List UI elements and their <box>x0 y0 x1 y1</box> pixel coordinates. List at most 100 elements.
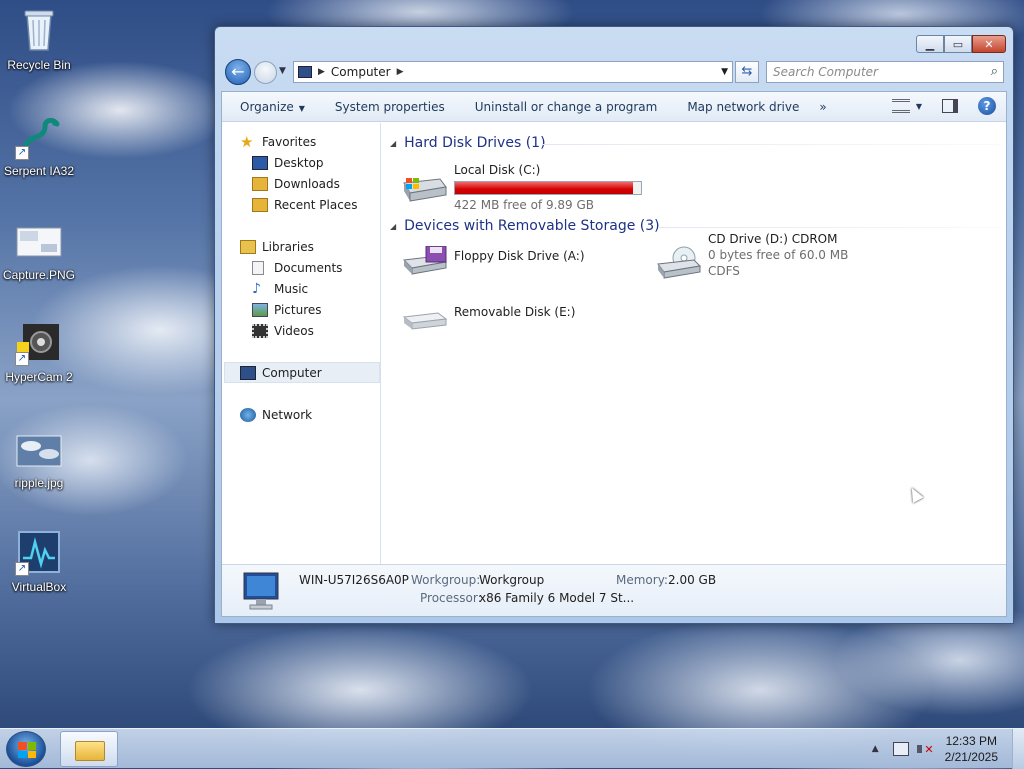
nav-item-libraries[interactable]: Libraries <box>240 240 314 254</box>
volume-muted-icon[interactable]: ✕ <box>916 742 934 756</box>
organize-label: Organize <box>240 99 294 114</box>
nav-item-pictures[interactable]: Pictures <box>252 303 322 317</box>
preview-pane-icon[interactable] <box>942 99 958 113</box>
uninstall-program-button[interactable]: Uninstall or change a program <box>475 100 658 114</box>
desktop-icon-ripple-jpg[interactable]: ripple.jpg <box>2 424 76 490</box>
group-divider <box>658 227 1002 228</box>
nav-item-network[interactable]: Network <box>240 408 312 422</box>
desktop-icon-hypercam[interactable]: ↗ HyperCam 2 <box>2 318 76 384</box>
organize-button[interactable]: Organize ▼ <box>240 100 305 114</box>
computer-small-icon <box>298 66 312 78</box>
refresh-button[interactable]: ⇆ <box>735 61 759 83</box>
virtualbox-icon: ↗ <box>15 528 63 576</box>
disk-usage-bar <box>454 181 642 195</box>
start-button[interactable] <box>6 731 46 767</box>
disk-usage-fill <box>455 182 634 194</box>
maximize-button[interactable]: ▭ <box>944 35 972 53</box>
taskbar: ▲ ✕ 12:33 PM 2/21/2025 <box>0 728 1024 769</box>
desktop-icon-label: Recycle Bin <box>7 58 71 72</box>
group-header-removable[interactable]: ◢ Devices with Removable Storage (3) <box>390 218 660 234</box>
drive-free-space: 0 bytes free of 60.0 MB <box>708 248 849 262</box>
navigation-bar: ← ▼ ▶ Computer ▶ ▼ ⇆ Search Computer ⌕ <box>221 59 1009 85</box>
nav-item-favorites[interactable]: ★ Favorites <box>240 133 317 151</box>
clock[interactable]: 12:33 PM 2/21/2025 <box>945 733 998 765</box>
refresh-icon: ⇆ <box>741 64 753 79</box>
videos-icon <box>252 324 268 338</box>
nav-label: Libraries <box>262 240 314 254</box>
image-file-icon <box>15 424 63 472</box>
desktop-icon <box>252 156 268 170</box>
removable-disk-icon <box>400 305 448 335</box>
nav-label: Desktop <box>274 156 324 170</box>
shortcut-arrow-icon: ↗ <box>15 352 29 366</box>
breadcrumb-separator[interactable]: ▶ <box>318 67 325 77</box>
desktop-icon-label: HyperCam 2 <box>5 370 73 384</box>
address-bar[interactable]: ▶ Computer ▶ ▼ <box>293 61 733 83</box>
explorer-content: Organize ▼ System properties Uninstall or… <box>221 91 1007 617</box>
desktop-icon-serpent[interactable]: ↗ Serpent IA32 <box>2 112 76 178</box>
recycle-bin-icon <box>15 6 63 54</box>
show-hidden-icons-button[interactable]: ▲ <box>872 744 879 754</box>
details-pane: WIN-U57I26S6A0P Workgroup: Workgroup Mem… <box>222 564 1006 616</box>
downloads-folder-icon <box>252 177 268 191</box>
nav-item-videos[interactable]: Videos <box>252 324 314 338</box>
hypercam-icon: ↗ <box>15 318 63 366</box>
hard-drive-icon <box>400 173 448 203</box>
workgroup-value: Workgroup <box>479 573 545 587</box>
clock-time: 12:33 PM <box>945 734 997 748</box>
windows-logo-icon <box>18 742 36 758</box>
desktop-icon-capture-png[interactable]: Capture.PNG <box>2 216 76 282</box>
memory-label: Memory: <box>616 573 668 587</box>
nav-item-documents[interactable]: Documents <box>252 261 342 275</box>
nav-label: Documents <box>274 261 343 275</box>
back-button[interactable]: ← <box>225 59 251 85</box>
search-input[interactable]: Search Computer ⌕ <box>766 61 1004 83</box>
address-dropdown-icon[interactable]: ▼ <box>721 67 728 77</box>
forward-button[interactable] <box>254 61 277 84</box>
nav-label: Favorites <box>262 135 317 149</box>
group-header-hard-disks[interactable]: ◢ Hard Disk Drives (1) <box>390 135 546 151</box>
music-icon: ♪ <box>252 281 261 297</box>
recent-pages-dropdown[interactable]: ▼ <box>279 66 286 76</box>
nav-label: Recent Places <box>274 198 358 212</box>
nav-label: Pictures <box>274 303 322 317</box>
change-view-icon[interactable] <box>891 99 910 113</box>
system-tray: ▲ ✕ 12:33 PM 2/21/2025 <box>872 729 1024 769</box>
desktop-icon-recycle-bin[interactable]: Recycle Bin <box>2 6 76 72</box>
map-network-drive-button[interactable]: Map network drive <box>687 100 799 114</box>
breadcrumb-computer[interactable]: Computer <box>331 65 391 79</box>
group-divider <box>542 144 1002 145</box>
close-icon: ✕ <box>984 37 994 51</box>
show-desktop-button[interactable] <box>1012 729 1024 769</box>
network-status-icon[interactable] <box>892 742 909 756</box>
system-properties-button[interactable]: System properties <box>335 100 445 114</box>
command-bar: Organize ▼ System properties Uninstall or… <box>222 92 1006 122</box>
taskbar-explorer-button[interactable] <box>60 731 118 767</box>
nav-item-downloads[interactable]: Downloads <box>252 177 340 191</box>
nav-item-computer[interactable]: Computer <box>240 366 322 380</box>
more-commands-button[interactable]: » <box>819 100 826 114</box>
group-title: Hard Disk Drives (1) <box>404 135 546 151</box>
nav-label: Videos <box>274 324 314 338</box>
star-icon: ★ <box>240 133 254 151</box>
help-icon[interactable]: ? <box>978 97 996 115</box>
nav-item-recent-places[interactable]: Recent Places <box>252 198 357 212</box>
chevron-down-icon[interactable]: ▼ <box>916 102 922 111</box>
drive-name: Removable Disk (E:) <box>454 305 576 319</box>
recent-places-icon <box>252 198 268 212</box>
search-icon[interactable]: ⌕ <box>991 64 998 79</box>
drive-name: CD Drive (D:) CDROM <box>708 232 838 246</box>
breadcrumb-separator[interactable]: ▶ <box>397 67 404 77</box>
back-arrow-icon: ← <box>231 62 245 81</box>
nav-item-music[interactable]: ♪ Music <box>252 282 308 296</box>
caption-buttons: ▁ ▭ ✕ <box>916 35 1006 53</box>
minimize-button[interactable]: ▁ <box>916 35 944 53</box>
desktop-icon-virtualbox[interactable]: ↗ VirtualBox <box>2 528 76 594</box>
desktop-icon-label: ripple.jpg <box>14 476 64 490</box>
shortcut-arrow-icon: ↗ <box>15 562 29 576</box>
shortcut-arrow-icon: ↗ <box>15 146 29 160</box>
libraries-icon <box>240 240 256 254</box>
close-button[interactable]: ✕ <box>972 35 1006 53</box>
nav-item-desktop[interactable]: Desktop <box>252 156 324 170</box>
drive-free-space: 422 MB free of 9.89 GB <box>454 198 595 212</box>
